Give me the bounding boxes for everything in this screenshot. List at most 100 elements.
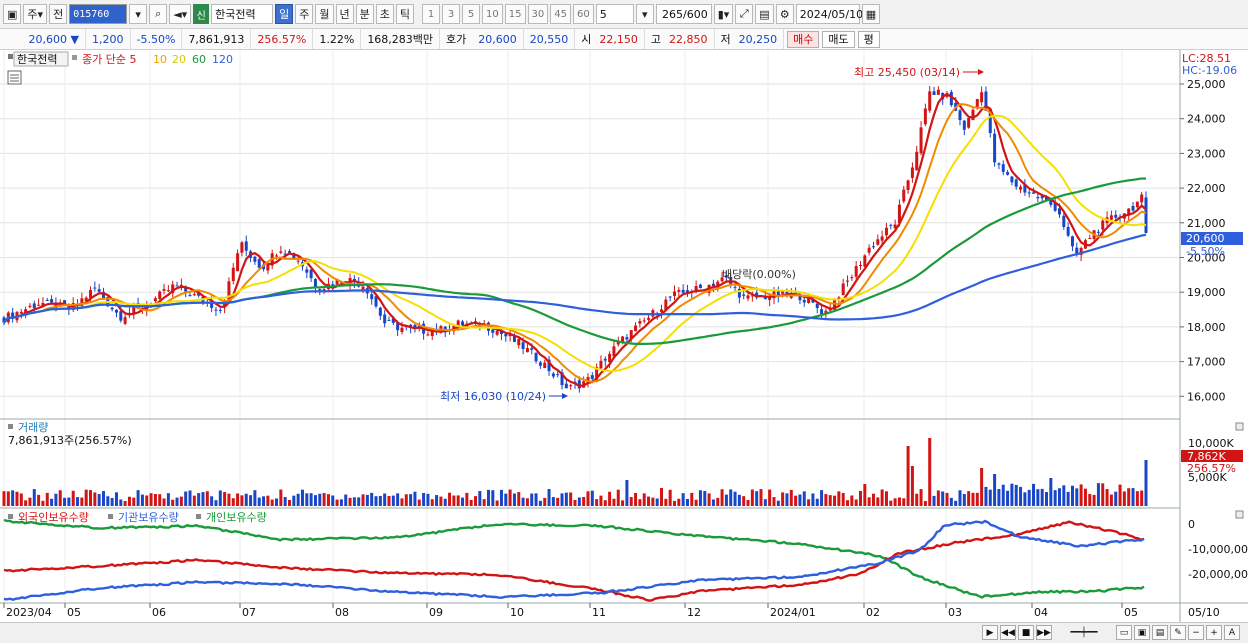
search-icon[interactable]: ⌕ <box>149 4 168 24</box>
candle-body <box>192 294 196 296</box>
period-selector[interactable]: 주 ▾ <box>23 4 48 24</box>
tab-second[interactable]: 초 <box>375 4 394 24</box>
zoom-slider[interactable]: ━━┿━━ <box>1054 625 1114 640</box>
volume-bar <box>114 492 118 506</box>
minute-10[interactable]: 10 <box>482 4 503 24</box>
candle-body <box>672 291 676 296</box>
price-tick-label: 17,000 <box>1187 356 1226 369</box>
zoom-in-icon[interactable]: + <box>1206 625 1222 640</box>
volume-bar <box>188 490 192 506</box>
candle-body <box>361 286 365 290</box>
candle-settings-icon[interactable]: ▮▾ <box>713 4 734 24</box>
tab-month[interactable]: 월 <box>315 4 334 24</box>
volume-bar <box>456 495 460 506</box>
price-tick-label: 21,000 <box>1187 217 1226 230</box>
volume-bar <box>210 496 214 506</box>
volume-bar <box>936 490 940 506</box>
range-display[interactable]: 265/600 <box>655 4 712 24</box>
volume-bar <box>132 497 136 506</box>
volume-bar <box>339 499 343 506</box>
tab-day[interactable]: 일 <box>275 4 294 24</box>
candle-body <box>1131 206 1135 211</box>
view-icon-1[interactable]: ▭ <box>1116 625 1132 640</box>
candle-body <box>846 280 850 282</box>
minute-30[interactable]: 30 <box>527 4 549 24</box>
volume-bar <box>67 497 71 506</box>
gear-icon[interactable]: ⚙ <box>775 4 794 24</box>
volume-bar <box>184 491 188 506</box>
candle-body <box>859 265 862 267</box>
code-dropdown-icon[interactable]: ▾ <box>129 4 148 24</box>
tab-minute[interactable]: 분 <box>355 4 374 24</box>
volume-bar <box>590 490 594 506</box>
tools-icon[interactable]: ✎ <box>1170 625 1186 640</box>
candle-body <box>378 307 382 316</box>
legend-individual-holdings: 개인보유수량 <box>206 511 267 524</box>
dividend-annotation: 배당락(0.00%) <box>722 268 796 281</box>
chart-tool-icon[interactable]: ⤢ <box>735 4 754 24</box>
view-icon-3[interactable]: ▤ <box>1152 625 1168 640</box>
minute-1[interactable]: 1 <box>422 4 441 24</box>
stock-name-field[interactable]: 한국전력 <box>211 4 274 24</box>
volume-bar <box>638 499 642 506</box>
candle-body <box>231 267 235 281</box>
avg-button[interactable]: 평 <box>857 30 880 48</box>
candle-body <box>1006 172 1010 175</box>
legend-ma-label: 종가 단순 5 <box>82 53 136 66</box>
sell-button[interactable]: 매도 <box>822 30 855 48</box>
candle-body <box>746 295 750 299</box>
view-icon-2[interactable]: ▣ <box>1134 625 1150 640</box>
volume-bar <box>997 489 1001 506</box>
minute-3[interactable]: 3 <box>442 4 461 24</box>
prev-button[interactable]: 전 <box>49 4 68 24</box>
tab-tick[interactable]: 틱 <box>395 4 415 24</box>
volume-bar <box>50 498 54 506</box>
candle-body <box>551 373 555 377</box>
volume-bar <box>958 490 962 506</box>
tab-year[interactable]: 년 <box>335 4 354 24</box>
speaker-icon[interactable]: ◄▾ <box>169 4 192 24</box>
x-tick-label: 03 <box>948 606 962 619</box>
volume-bar <box>1122 491 1126 506</box>
window-icon[interactable]: ▣ <box>3 4 22 24</box>
zoom-out-icon[interactable]: − <box>1188 625 1204 640</box>
count-input[interactable]: 5 <box>595 4 634 24</box>
volume-bar <box>331 495 335 506</box>
buy-button[interactable]: 매수 <box>787 30 820 48</box>
minute-15[interactable]: 15 <box>504 4 526 24</box>
volume-bar <box>1006 490 1010 506</box>
stock-chart[interactable]: 25,00024,00023,00022,00021,00020,00019,0… <box>0 50 1248 622</box>
volume-bar <box>664 498 668 506</box>
fast-forward-icon[interactable]: ▶▶ <box>1036 625 1052 640</box>
volume-bar <box>452 495 456 506</box>
volume-bar <box>763 499 767 506</box>
volume-bar <box>357 497 361 506</box>
volume-bar <box>880 489 884 506</box>
volume-bar <box>512 493 516 506</box>
stop-icon[interactable]: ■ <box>1018 625 1034 640</box>
x-tick-label: 05 <box>1124 606 1138 619</box>
minute-45[interactable]: 45 <box>550 4 571 24</box>
save-icon[interactable]: ▤ <box>755 4 774 24</box>
candle-body <box>491 329 495 333</box>
volume-bar <box>967 491 971 506</box>
date-input[interactable]: 2024/05/10 <box>795 4 863 24</box>
stock-code-input[interactable]: 015760 <box>69 4 128 24</box>
rewind-icon[interactable]: ◀◀ <box>1000 625 1016 640</box>
high-price: 22,850 <box>663 29 715 49</box>
volume-bar <box>435 495 439 506</box>
scroll-right-icon[interactable]: ▶ <box>982 625 998 640</box>
font-size-icon[interactable]: A <box>1224 625 1240 640</box>
tab-week[interactable]: 주 <box>295 4 314 24</box>
volume-bar <box>404 494 408 506</box>
calendar-icon[interactable]: ▦ <box>861 4 881 24</box>
volume-bar <box>197 493 201 506</box>
minute-5[interactable]: 5 <box>462 4 481 24</box>
legend-ma-10: 10 <box>153 53 167 66</box>
volume-bar <box>409 494 413 506</box>
price-tick-label: 25,000 <box>1187 78 1226 91</box>
count-dropdown-icon[interactable]: ▾ <box>635 4 654 24</box>
volume-bar <box>101 491 105 506</box>
volume-bar <box>231 498 235 506</box>
minute-60[interactable]: 60 <box>572 4 594 24</box>
